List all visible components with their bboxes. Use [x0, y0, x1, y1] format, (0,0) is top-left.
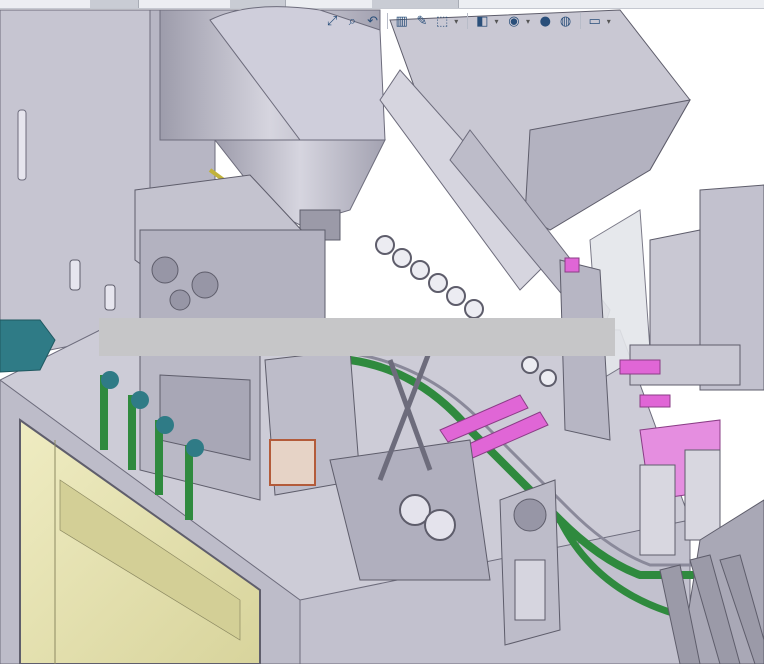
redaction-overlay [99, 318, 615, 356]
view-orientation-icon[interactable]: ⬚ [434, 12, 450, 30]
chevron-down-icon[interactable]: ▾ [495, 17, 502, 26]
apply-scene-icon[interactable]: ◍ [557, 12, 573, 30]
zoom-to-fit-icon[interactable]: ⤢ [324, 12, 340, 30]
hide-show-items-icon[interactable]: ◉ [506, 12, 522, 30]
view-settings-icon[interactable]: ▭ [587, 12, 603, 30]
heads-up-view-toolbar: ⤢ ⌕ ↶ ▥ ✎ ⬚ ▾ ◧ ▾ ◉ ▾ ● ◍ ▭ ▾ [318, 9, 614, 33]
display-style-icon[interactable]: ◧ [474, 12, 490, 30]
toolbar-separator [386, 13, 388, 29]
toolbar-separator [467, 13, 469, 29]
chevron-down-icon[interactable]: ▾ [607, 17, 614, 26]
toolbar-separator [579, 13, 581, 29]
zoom-area-icon[interactable]: ⌕ [344, 12, 360, 30]
chevron-down-icon[interactable]: ▾ [454, 17, 461, 26]
chevron-down-icon[interactable]: ▾ [526, 17, 533, 26]
edit-appearance-icon[interactable]: ● [537, 12, 553, 30]
section-view-icon[interactable]: ▥ [394, 12, 410, 30]
dynamic-annotation-icon[interactable]: ✎ [414, 12, 430, 30]
previous-view-icon[interactable]: ↶ [364, 12, 380, 30]
